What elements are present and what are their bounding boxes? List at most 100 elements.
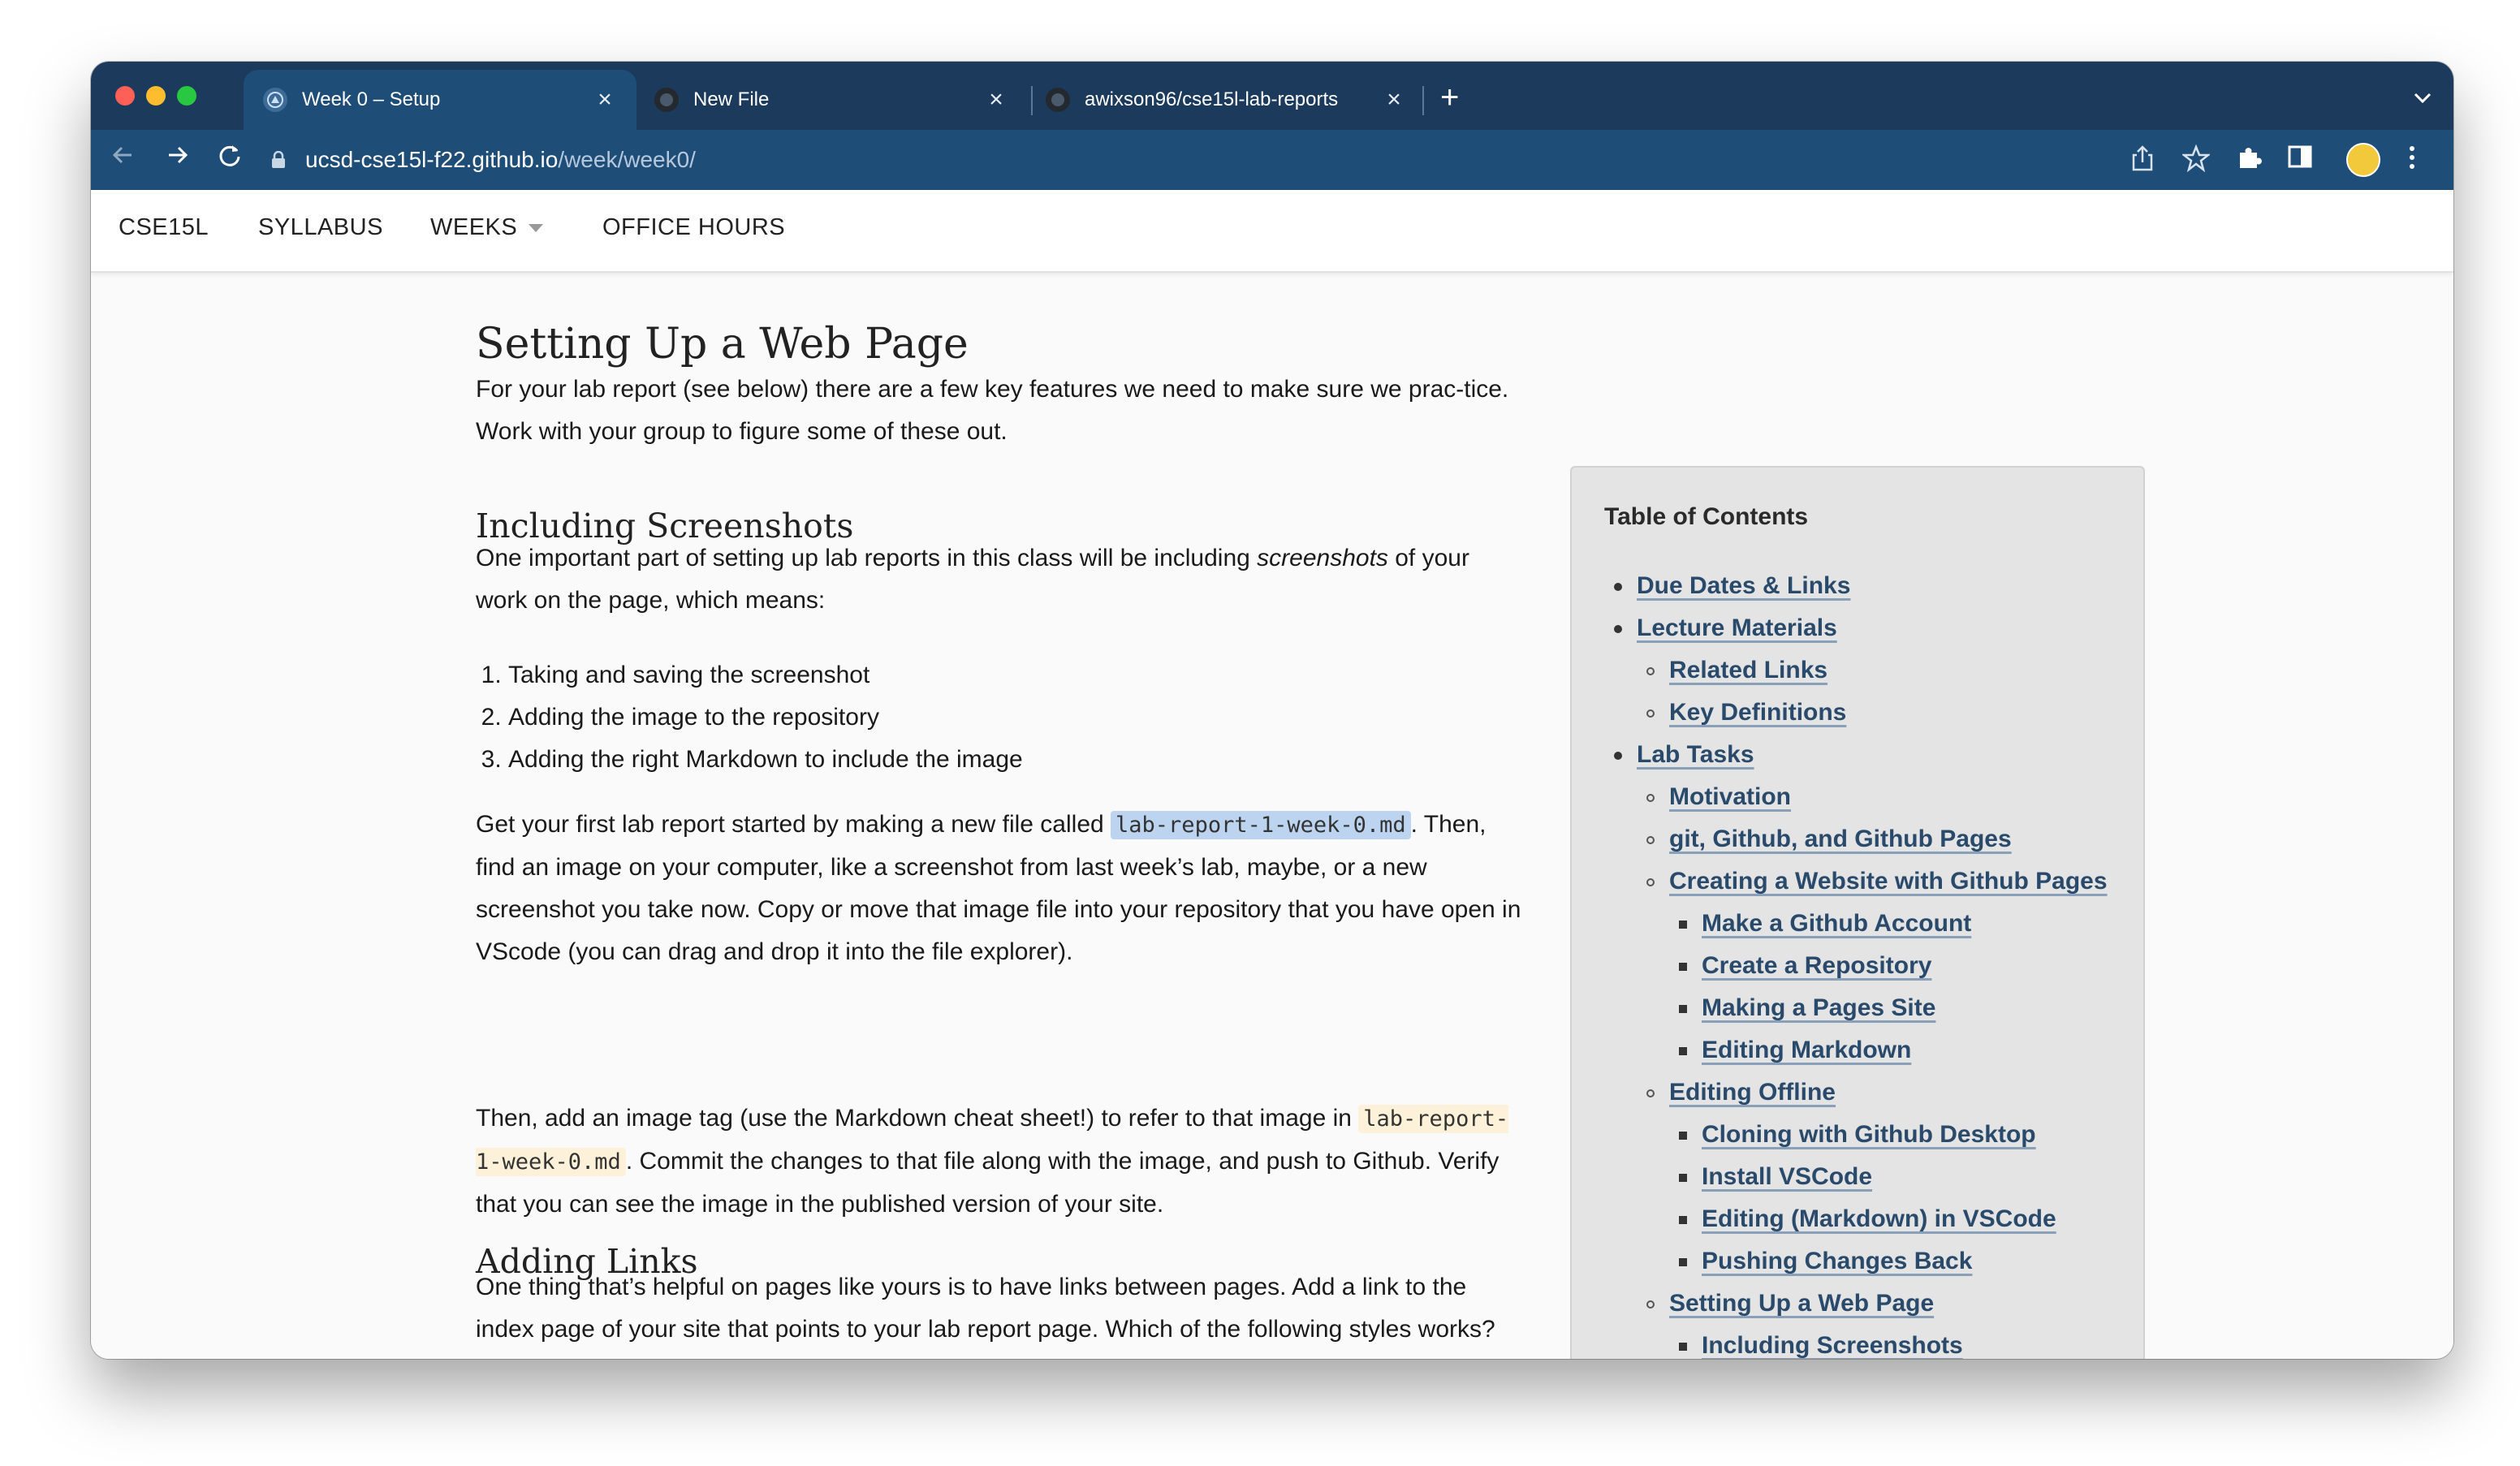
tab-title: awixson96/cse15l-lab-reports [1085,88,1339,110]
bullet-icon [1679,1132,1687,1140]
toc-item: git, Github, and Github Pages [1572,818,2143,860]
minimize-window-button[interactable] [146,86,166,106]
url-host: ucsd-cse15l-f22.github.io [305,147,559,172]
close-icon[interactable]: × [593,86,617,114]
tab-lab-reports[interactable]: awixson96/cse15l-lab-reports × [1026,70,1426,130]
bullet-icon [1646,836,1655,844]
reload-icon[interactable] [216,141,244,178]
bullet-icon [1646,667,1655,675]
toc-link-due-dates[interactable]: Due Dates & Links [1637,565,1850,607]
text: Get your first lab report started by mak… [476,811,1111,838]
paragraph-intro: For your lab report (see below) there ar… [476,376,1509,445]
bullet-icon [1679,1047,1687,1055]
bullet-icon [1679,963,1687,971]
forward-arrow-icon[interactable] [164,141,192,178]
toc-link-making-pages-site[interactable]: Making a Pages Site [1702,987,1935,1029]
toc-item: Editing Markdown [1572,1029,2143,1071]
toc-item: Including Screenshots [1572,1325,2143,1359]
close-window-button[interactable] [115,86,135,106]
kebab-menu-icon[interactable] [2408,144,2416,179]
toc-item: Make a Github Account [1572,903,2143,945]
url-text: ucsd-cse15l-f22.github.io/week/week0/ [305,147,696,173]
toc-link-editing-markdown[interactable]: Editing Markdown [1702,1029,1911,1071]
toc-link-including-screenshots[interactable]: Including Screenshots [1702,1325,1963,1359]
toc-title: Table of Contents [1604,503,1809,530]
toc-link-creating-website[interactable]: Creating a Website with Github Pages [1669,860,2108,903]
tab-favicon-icon [263,88,287,112]
bullet-icon [1614,625,1622,633]
toc-item: Making a Pages Site [1572,987,2143,1029]
toc-link-install-vscode[interactable]: Install VSCode [1702,1156,1872,1198]
toc-item: Cloning with Github Desktop [1572,1114,2143,1156]
new-tab-icon[interactable]: + [1440,81,1459,114]
toc-item: Lab Tasks [1572,734,2143,776]
toc-item: Create a Repository [1572,945,2143,987]
share-icon[interactable] [2130,144,2155,180]
steps-list: Taking and saving the screenshot Adding … [476,654,1023,781]
extensions-icon[interactable] [2236,144,2262,179]
browser-toolbar: ucsd-cse15l-f22.github.io/week/week0/ [91,130,2453,190]
site-navbar: CSE15L SYLLABUS WEEKS OFFICE HOURS [91,190,2453,273]
list-item: Taking and saving the screenshot [508,654,1023,696]
nav-syllabus[interactable]: SYLLABUS [258,214,383,241]
toc-link-lecture-materials[interactable]: Lecture Materials [1637,607,1837,649]
toc-link-lab-tasks[interactable]: Lab Tasks [1637,734,1754,776]
nav-cse15l[interactable]: CSE15L [119,214,209,241]
bullet-icon [1646,1089,1655,1097]
toc-link-related-links[interactable]: Related Links [1669,649,1827,692]
tab-separator [1422,86,1424,115]
toc-link-create-repository[interactable]: Create a Repository [1702,945,1931,987]
sidepanel-icon[interactable] [2288,144,2312,177]
toc-link-cloning[interactable]: Cloning with Github Desktop [1702,1114,2036,1156]
nav-weeks-label: WEEKS [430,214,518,240]
star-icon[interactable] [2181,144,2211,180]
text: One important part of setting up lab rep… [476,545,1258,571]
profile-avatar[interactable] [2346,143,2380,177]
close-icon[interactable]: × [984,86,1008,114]
toc-list: Due Dates & Links Lecture Materials Rela… [1572,565,2143,1359]
tab-title: New File [693,88,770,110]
toc-item: Setting Up a Web Page [1572,1283,2143,1325]
toc-link-motivation[interactable]: Motivation [1669,776,1791,818]
zoom-window-button[interactable] [177,86,196,106]
toc-link-pushing-changes[interactable]: Pushing Changes Back [1702,1240,1972,1283]
toc-item: Editing Offline [1572,1071,2143,1114]
bullet-icon [1679,921,1687,929]
address-bar[interactable]: ucsd-cse15l-f22.github.io/week/week0/ [271,140,2252,180]
list-item: Adding the right Markdown to include the… [508,739,1023,781]
heading-setting-up-web-page: Setting Up a Web Page [476,320,969,369]
url-path: /week/week0/ [558,147,696,172]
tab-new-file[interactable]: New File × [635,70,1028,130]
browser-window: Week 0 – Setup × New File × awixson96/cs… [91,62,2453,1359]
back-arrow-icon[interactable] [109,141,136,178]
toc-item: Install VSCode [1572,1156,2143,1198]
paragraph-first-report: Get your first lab report started by mak… [476,804,1523,973]
bullet-icon [1679,1174,1687,1182]
toc-link-make-account[interactable]: Make a Github Account [1702,903,1971,945]
table-of-contents: Table of Contents Due Dates & Links Lect… [1570,466,2145,1359]
emphasis-screenshots: screenshots [1257,545,1388,571]
list-item: Adding the image to the repository [508,696,1023,739]
tab-title: Week 0 – Setup [302,88,441,110]
toc-link-editing-offline[interactable]: Editing Offline [1669,1071,1836,1114]
toc-item: Key Definitions [1572,692,2143,734]
github-icon [1046,88,1070,112]
bullet-icon [1646,878,1655,886]
tab-search-icon[interactable] [2413,84,2432,110]
bullet-icon [1646,794,1655,802]
toc-item: Pushing Changes Back [1572,1240,2143,1283]
nav-office-hours[interactable]: OFFICE HOURS [602,214,785,241]
toc-link-editing-in-vscode[interactable]: Editing (Markdown) in VSCode [1702,1198,2056,1240]
chevron-down-icon [529,224,544,233]
close-icon[interactable]: × [1382,86,1406,114]
text: . Commit the changes to that file along … [476,1148,1499,1218]
toc-item: Creating a Website with Github Pages [1572,860,2143,903]
toc-link-setting-up-web-page[interactable]: Setting Up a Web Page [1669,1283,1934,1325]
lock-icon[interactable] [271,150,286,169]
paragraph-image-tag: Then, add an image tag (use the Markdown… [476,1097,1523,1226]
toc-link-key-definitions[interactable]: Key Definitions [1669,692,1846,734]
tab-week0-setup[interactable]: Week 0 – Setup × [244,70,636,130]
nav-weeks[interactable]: WEEKS [430,214,544,241]
toc-link-git-github[interactable]: git, Github, and Github Pages [1669,818,2012,860]
text: Then, add an image tag (use the Markdown… [476,1105,1359,1132]
